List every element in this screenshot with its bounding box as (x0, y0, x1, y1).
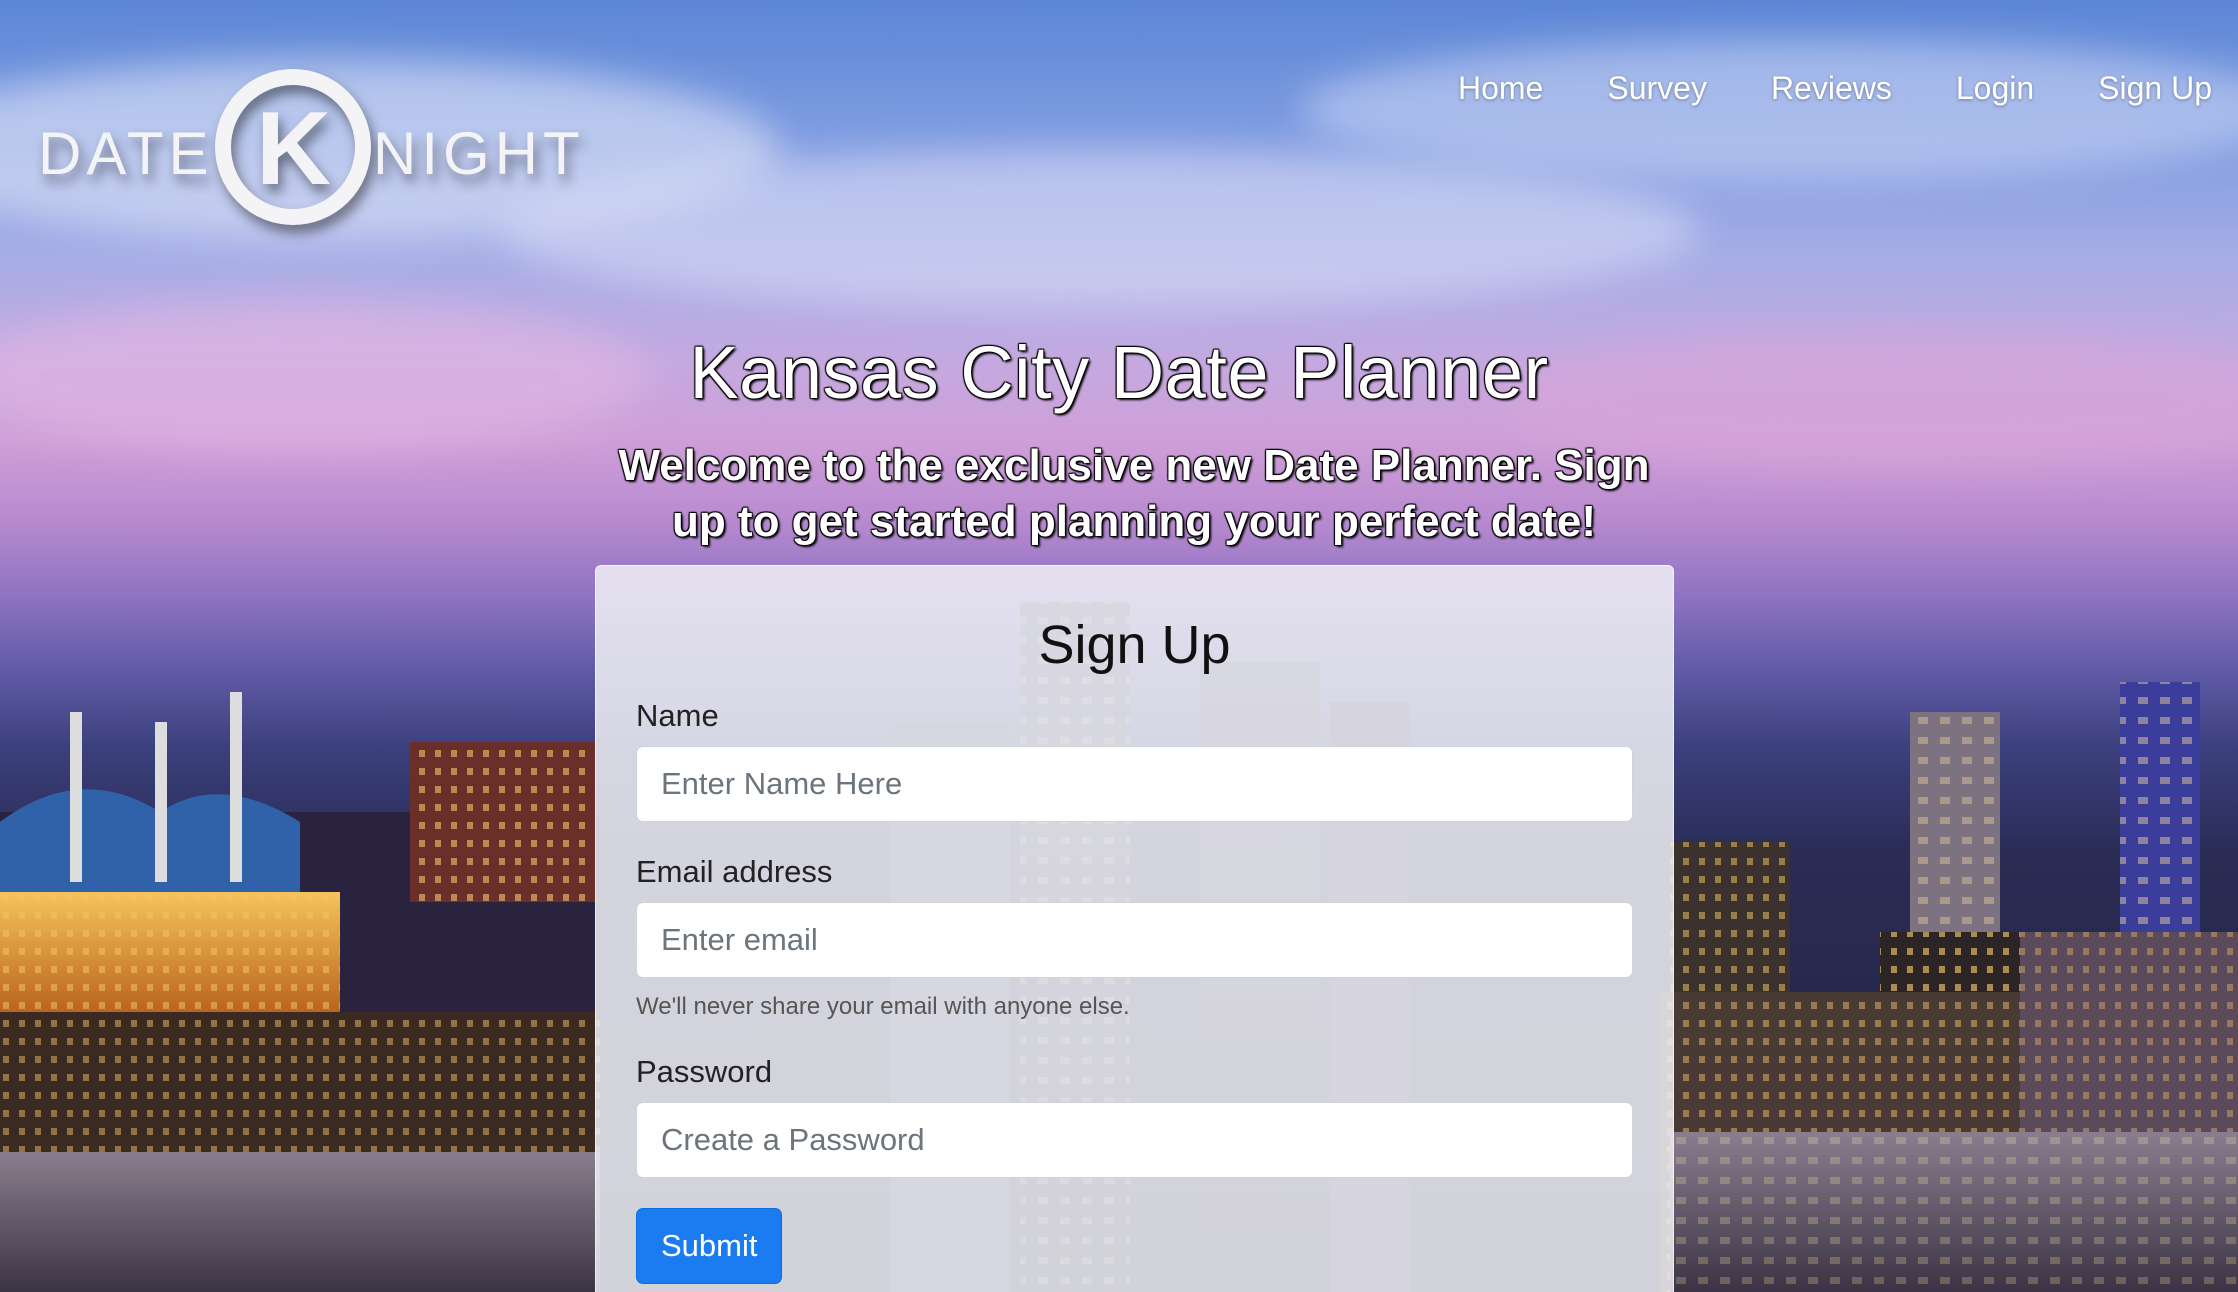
password-input[interactable] (636, 1102, 1633, 1178)
email-input[interactable] (636, 902, 1633, 978)
main-nav: Home Survey Reviews Login Sign Up (1426, 66, 2212, 110)
svg-text:K: K (256, 91, 331, 207)
signup-form-title: Sign Up (1038, 615, 1231, 675)
email-label: Email address (636, 854, 833, 889)
hero-title: Kansas City Date Planner (689, 331, 1549, 414)
svg-text:DATE: DATE (38, 120, 214, 187)
signup-form-card: Sign Up Name Email address We'll never s… (595, 565, 1674, 1292)
name-input[interactable] (636, 746, 1633, 822)
name-label: Name (636, 698, 719, 733)
date-knight-logo[interactable]: DATE K NIGHT (38, 62, 588, 232)
password-label: Password (636, 1054, 773, 1089)
nav-signup-link[interactable]: Sign Up (2066, 66, 2212, 110)
nav-home-link[interactable]: Home (1426, 66, 1575, 110)
hero-subtitle: Welcome to the exclusive new Date Planne… (618, 441, 1650, 546)
nav-reviews-link[interactable]: Reviews (1739, 66, 1924, 110)
svg-text:NIGHT: NIGHT (373, 120, 585, 187)
submit-button[interactable]: Submit (636, 1208, 783, 1284)
nav-login-link[interactable]: Login (1924, 66, 2066, 110)
nav-survey-link[interactable]: Survey (1575, 66, 1739, 110)
email-help-text: We'll never share your email with anyone… (636, 993, 1130, 1020)
